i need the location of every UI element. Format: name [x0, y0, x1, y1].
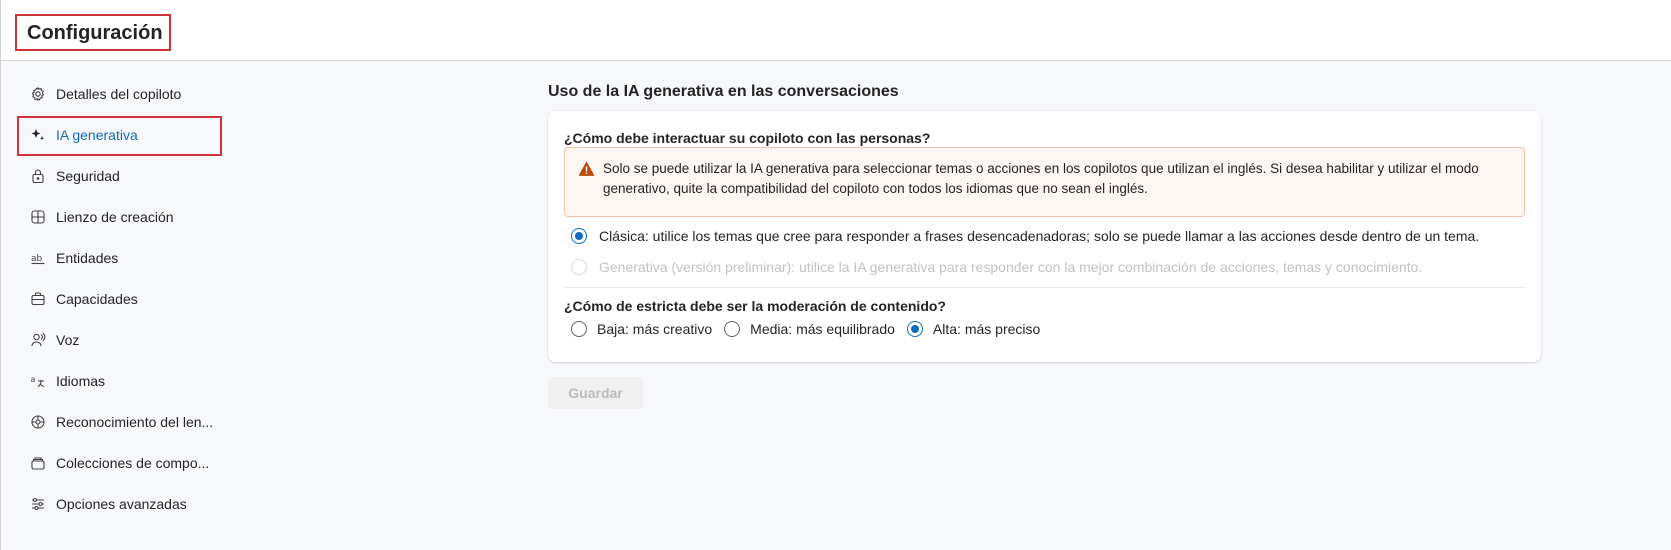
- sidebar-item-entidades[interactable]: ab Entidades: [30, 241, 230, 275]
- warning-icon: [578, 161, 595, 176]
- save-button[interactable]: Guardar: [548, 377, 643, 409]
- sidebar-item-label: Entidades: [56, 250, 119, 266]
- sidebar-item-label: Voz: [56, 332, 80, 348]
- radio-generativa: [571, 259, 587, 275]
- sidebar-item-ia-generativa[interactable]: IA generativa: [30, 118, 230, 152]
- sidebar-item-reconocimiento[interactable]: Reconocimiento del len...: [30, 405, 230, 439]
- sidebar-item-label: Seguridad: [56, 168, 120, 184]
- option-alta-label: Alta: más preciso: [932, 321, 1041, 337]
- option-baja-label: Baja: más creativo: [597, 321, 713, 337]
- grid-icon: [30, 209, 46, 225]
- moderation-options: Baja: más creativo Media: más equilibrad…: [571, 321, 1052, 337]
- sidebar-item-label: Detalles del copiloto: [56, 86, 182, 102]
- sparkle-icon: [30, 127, 46, 143]
- language-understanding-icon: [30, 414, 46, 430]
- sidebar-item-seguridad[interactable]: Seguridad: [30, 159, 230, 193]
- sidebar-item-detalles[interactable]: Detalles del copiloto: [30, 77, 230, 111]
- page-title: Configuración: [15, 14, 171, 51]
- svg-text:ab: ab: [31, 254, 43, 264]
- sidebar-item-idiomas[interactable]: a Idiomas: [30, 364, 230, 398]
- divider: [564, 287, 1525, 288]
- voice-person-icon: [30, 332, 46, 348]
- header: Configuración: [0, 0, 1671, 61]
- svg-text:a: a: [31, 375, 36, 384]
- sidebar-item-colecciones[interactable]: Colecciones de compo...: [30, 446, 230, 480]
- option-alta[interactable]: Alta: más preciso: [906, 321, 1041, 337]
- generative-ai-card: ¿Cómo debe interactuar su copiloto con l…: [548, 111, 1541, 362]
- warning-message: Solo se puede utilizar la IA generativa …: [564, 147, 1525, 217]
- option-generativa: Generativa (versión preliminar): utilice…: [571, 259, 1422, 275]
- option-clasica-label: Clásica: utilice los temas que cree para…: [599, 228, 1480, 244]
- briefcase-icon: [30, 291, 46, 307]
- sidebar-item-label: Opciones avanzadas: [56, 496, 187, 512]
- sliders-icon: [30, 496, 46, 512]
- sidebar-item-voz[interactable]: Voz: [30, 323, 230, 357]
- sidebar-item-label: Colecciones de compo...: [56, 455, 210, 471]
- translate-icon: a: [30, 373, 46, 389]
- option-media[interactable]: Media: más equilibrado: [724, 321, 895, 337]
- radio-clasica[interactable]: [571, 228, 587, 244]
- sidebar-item-opciones-avanzadas[interactable]: Opciones avanzadas: [30, 487, 230, 521]
- page-left-border: [0, 0, 1, 550]
- sidebar-item-label: IA generativa: [56, 127, 138, 143]
- radio-media[interactable]: [724, 321, 741, 337]
- option-media-label: Media: más equilibrado: [750, 321, 895, 337]
- sidebar-item-label: Idiomas: [56, 373, 106, 389]
- interaction-question: ¿Cómo debe interactuar su copiloto con l…: [564, 130, 931, 146]
- option-baja[interactable]: Baja: más creativo: [571, 321, 712, 337]
- section-title: Uso de la IA generativa en las conversac…: [548, 83, 899, 100]
- option-generativa-label: Generativa (versión preliminar): utilice…: [599, 259, 1423, 275]
- gear-icon: [30, 86, 46, 102]
- lock-icon: [30, 168, 46, 184]
- radio-baja[interactable]: [571, 321, 587, 337]
- entity-ab-icon: ab: [30, 250, 46, 266]
- option-clasica[interactable]: Clásica: utilice los temas que cree para…: [571, 228, 1479, 244]
- sidebar-item-label: Capacidades: [56, 291, 138, 307]
- sidebar-item-capacidades[interactable]: Capacidades: [30, 282, 230, 316]
- sidebar-item-label: Lienzo de creación: [56, 209, 174, 225]
- sidebar-item-lienzo[interactable]: Lienzo de creación: [30, 200, 230, 234]
- radio-alta[interactable]: [906, 321, 923, 337]
- moderation-question: ¿Cómo de estricta debe ser la moderación…: [564, 298, 946, 314]
- sidebar-item-label: Reconocimiento del len...: [56, 414, 214, 430]
- collection-icon: [30, 455, 46, 471]
- warning-text: Solo se puede utilizar la IA generativa …: [603, 161, 1479, 196]
